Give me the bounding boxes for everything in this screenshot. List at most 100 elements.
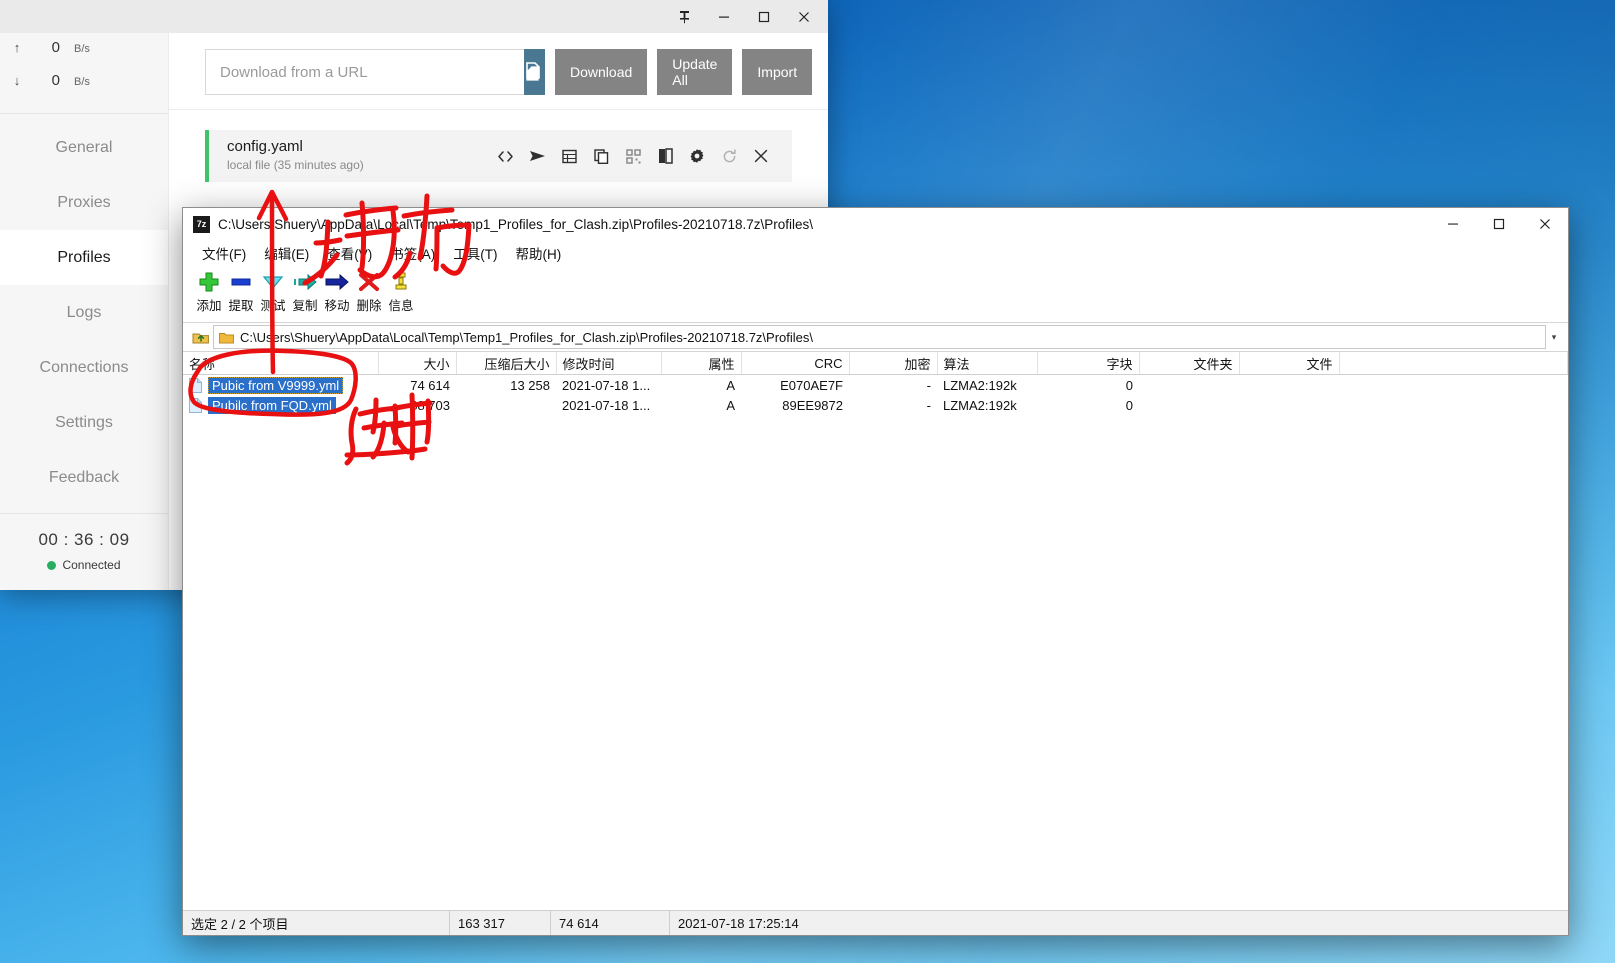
table-row[interactable]: Pubic from V9999.yml 74 614 13 258 2021-… (183, 375, 1568, 396)
col-block[interactable]: 字块 (1037, 352, 1140, 375)
clash-titlebar (0, 0, 828, 33)
col-modified[interactable]: 修改时间 (556, 352, 662, 375)
download-arrow-icon: ↓ (13, 73, 21, 88)
copy-icon[interactable] (592, 147, 610, 165)
copy-icon (292, 269, 318, 295)
toolbar-add-label: 添加 (196, 299, 222, 313)
maximize-button[interactable] (744, 0, 784, 33)
cell-packed (456, 395, 556, 415)
sevenzip-addressbar: C:\Users\Shuery\AppData\Local\Temp\Temp1… (183, 323, 1568, 352)
paste-icon[interactable] (524, 49, 545, 95)
col-files[interactable]: 文件 (1239, 352, 1340, 375)
sevenzip-toolbar: 添加 提取 测试 复制 移动 删除 信息 (183, 266, 1568, 323)
sidebar-footer: 00 : 36 : 09 Connected (0, 513, 168, 590)
table-row[interactable]: Pubilc from FQD.yml 88 703 2021-07-18 1.… (183, 395, 1568, 415)
cell-block: 0 (1125, 397, 1133, 413)
send-icon[interactable] (528, 147, 546, 165)
cell-folders (1139, 395, 1239, 415)
sevenzip-maximize-button[interactable] (1476, 208, 1522, 240)
sevenzip-minimize-button[interactable] (1430, 208, 1476, 240)
url-input[interactable]: Download from a URL (205, 49, 524, 95)
chevron-down-icon[interactable]: ▾ (1546, 332, 1562, 343)
sidebar-item-connections[interactable]: Connections (0, 340, 168, 395)
menu-help[interactable]: 帮助(H) (507, 241, 571, 265)
toolbar-test-label: 测试 (260, 299, 286, 313)
cell-files (1239, 375, 1339, 396)
qrcode-icon[interactable] (624, 147, 642, 165)
sevenzip-close-button[interactable] (1522, 208, 1568, 240)
cell-attributes: A (726, 397, 735, 413)
col-attributes[interactable]: 属性 (661, 352, 742, 375)
col-packed[interactable]: 压缩后大小 (456, 352, 557, 375)
sevenzip-menubar: 文件(F) 编辑(E) 查看(V) 书签(A) 工具(T) 帮助(H) (183, 240, 1568, 266)
toolbar-extract-button[interactable]: 提取 (225, 266, 257, 314)
file-table: 名称 大小 压缩后大小 修改时间 属性 CRC 加密 算法 字块 文件夹 文件 (183, 352, 1568, 415)
speed-indicator: ↑ 0 B/s ↓ 0 B/s (0, 33, 168, 114)
menu-bookmarks[interactable]: 书签(A) (381, 241, 444, 265)
close-icon[interactable] (752, 147, 770, 165)
profile-actions (496, 147, 792, 165)
col-encrypted[interactable]: 加密 (849, 352, 938, 375)
profile-card[interactable]: config.yaml local file (35 minutes ago) (205, 130, 792, 182)
split-icon[interactable] (656, 147, 674, 165)
sevenzip-titlebar: 7z C:\Users\Shuery\AppData\Local\Temp\Te… (183, 208, 1568, 240)
download-button[interactable]: Download (555, 49, 648, 95)
code-icon[interactable] (496, 147, 514, 165)
cell-name: Pubilc from FQD.yml (183, 395, 378, 415)
toolbar-move-button[interactable]: 移动 (321, 266, 353, 314)
menu-view[interactable]: 查看(V) (318, 241, 381, 265)
col-method[interactable]: 算法 (937, 352, 1038, 375)
sidebar-item-feedback[interactable]: Feedback (0, 450, 168, 505)
status-total-size: 163 317 (450, 911, 551, 935)
sidebar-nav: General Proxies Profiles Logs Connection… (0, 114, 168, 513)
table-icon[interactable] (560, 147, 578, 165)
toolbar-add-button[interactable]: 添加 (193, 266, 225, 314)
upload-speed-row: ↑ 0 B/s (0, 39, 168, 72)
menu-file[interactable]: 文件(F) (193, 241, 255, 265)
cell-method: LZMA2:192k (943, 397, 1017, 413)
up-folder-icon[interactable] (189, 326, 213, 348)
sidebar-item-logs[interactable]: Logs (0, 285, 168, 340)
close-button[interactable] (784, 0, 824, 33)
move-icon (324, 269, 350, 295)
file-name: Pubilc from FQD.yml (208, 396, 336, 414)
toolbar-delete-button[interactable]: 删除 (353, 266, 385, 314)
sevenzip-title-text: C:\Users\Shuery\AppData\Local\Temp\Temp1… (218, 216, 814, 232)
file-table-header-row: 名称 大小 压缩后大小 修改时间 属性 CRC 加密 算法 字块 文件夹 文件 (183, 352, 1568, 375)
sevenzip-statusbar: 选定 2 / 2 个项目 163 317 74 614 2021-07-18 1… (183, 910, 1568, 935)
address-field[interactable]: C:\Users\Shuery\AppData\Local\Temp\Temp1… (213, 325, 1546, 349)
cell-modified: 2021-07-18 1... (562, 377, 651, 393)
update-all-button[interactable]: Update All (657, 49, 733, 95)
col-size[interactable]: 大小 (378, 352, 457, 375)
sidebar-item-proxies[interactable]: Proxies (0, 175, 168, 230)
pin-icon[interactable] (664, 0, 704, 33)
status-dot-icon (47, 560, 57, 570)
profile-name: config.yaml (227, 137, 303, 155)
col-filler (1339, 352, 1568, 375)
import-button[interactable]: Import (742, 49, 813, 95)
file-list-empty-area[interactable] (183, 415, 1568, 910)
refresh-icon[interactable] (720, 147, 738, 165)
sidebar-item-profiles[interactable]: Profiles (0, 230, 168, 285)
col-crc[interactable]: CRC (741, 352, 850, 375)
sidebar-item-general[interactable]: General (0, 120, 168, 175)
status-packed-size: 74 614 (551, 911, 670, 935)
delete-icon (358, 269, 380, 295)
gear-icon[interactable] (688, 147, 706, 165)
toolbar-test-button[interactable]: 测试 (257, 266, 289, 314)
col-name[interactable]: 名称 (183, 352, 379, 375)
uptime-clock: 00 : 36 : 09 (38, 530, 130, 549)
menu-tools[interactable]: 工具(T) (444, 241, 506, 265)
toolbar-info-button[interactable]: 信息 (385, 266, 417, 314)
toolbar-copy-button[interactable]: 复制 (289, 266, 321, 314)
sevenzip-file-list[interactable]: 名称 大小 压缩后大小 修改时间 属性 CRC 加密 算法 字块 文件夹 文件 (183, 352, 1568, 910)
address-path: C:\Users\Shuery\AppData\Local\Temp\Temp1… (240, 329, 814, 345)
cell-size: 74 614 (410, 377, 450, 393)
menu-edit[interactable]: 编辑(E) (255, 241, 318, 265)
col-folders[interactable]: 文件夹 (1139, 352, 1240, 375)
status-timestamp: 2021-07-18 17:25:14 (678, 915, 799, 931)
sidebar-item-settings[interactable]: Settings (0, 395, 168, 450)
minimize-button[interactable] (704, 0, 744, 33)
toolbar-divider (169, 109, 828, 110)
cell-packed: 13 258 (510, 377, 550, 393)
